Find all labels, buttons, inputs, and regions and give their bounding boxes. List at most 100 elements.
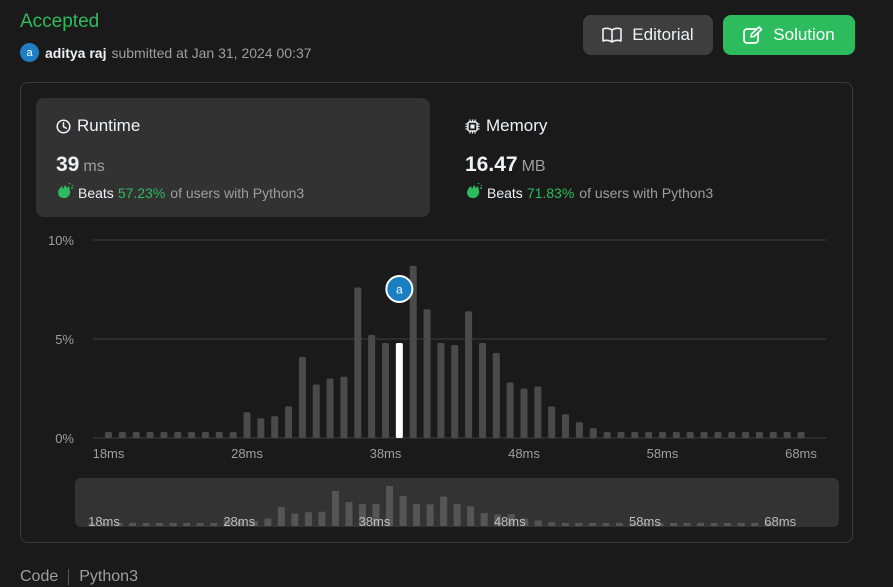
navigator-tick-label: 48ms xyxy=(494,514,526,529)
y-tick-label: 5% xyxy=(55,332,74,347)
navigator-bar xyxy=(440,496,448,526)
navigator-tick-label: 38ms xyxy=(359,514,391,529)
bar xyxy=(215,432,223,438)
bar xyxy=(728,432,736,438)
bar xyxy=(700,432,708,438)
navigator-bar xyxy=(534,520,542,526)
x-tick-label: 38ms xyxy=(370,446,402,461)
bar xyxy=(132,432,140,438)
bar xyxy=(201,432,209,438)
bar xyxy=(298,356,306,438)
bar xyxy=(672,432,680,438)
bar xyxy=(257,418,265,438)
x-tick-label: 58ms xyxy=(647,446,679,461)
navigator-bar xyxy=(602,523,610,526)
bar xyxy=(534,386,542,438)
bar xyxy=(645,432,653,438)
navigator-bar xyxy=(413,503,421,526)
bar xyxy=(603,432,611,438)
navigator-bar xyxy=(480,513,488,526)
navigator-bar xyxy=(210,523,218,526)
navigator-bar xyxy=(277,507,285,526)
navigator-tick-label: 68ms xyxy=(764,514,796,529)
navigator-bar xyxy=(331,491,339,526)
bar xyxy=(174,432,182,438)
bar xyxy=(326,378,334,438)
bar xyxy=(686,432,694,438)
navigator-bar xyxy=(467,506,475,526)
navigator-tick-label: 58ms xyxy=(629,514,661,529)
navigator-bar xyxy=(426,504,434,526)
bar xyxy=(437,342,445,438)
navigator-tick-label: 18ms xyxy=(88,514,120,529)
bar xyxy=(714,432,722,438)
bar xyxy=(492,352,500,438)
navigator-bar xyxy=(548,522,556,526)
navigator-bar xyxy=(588,523,596,526)
navigator-bar xyxy=(575,523,583,526)
navigator-bar xyxy=(196,523,204,526)
bar xyxy=(520,388,528,438)
navigator-bar xyxy=(183,523,191,526)
x-tick-label: 68ms xyxy=(785,446,817,461)
x-tick-label: 48ms xyxy=(508,446,540,461)
bar xyxy=(285,406,293,438)
bar xyxy=(465,311,473,438)
bar xyxy=(797,432,805,438)
navigator-bar xyxy=(710,523,718,526)
navigator-bar xyxy=(399,496,407,526)
x-tick-label: 28ms xyxy=(231,446,263,461)
navigator-bar xyxy=(737,523,745,526)
bar xyxy=(589,428,597,438)
code-label: Code xyxy=(20,568,59,585)
bar xyxy=(354,287,362,438)
x-tick-label: 18ms xyxy=(93,446,125,461)
navigator-bar xyxy=(345,502,353,526)
bar xyxy=(312,384,320,438)
bar xyxy=(575,422,583,438)
runtime-distribution-chart[interactable]: 10% 5% 0% a 18ms 28ms 38ms 48ms 58ms 68ms 18ms 28ms… xyxy=(0,0,893,587)
navigator-bar xyxy=(453,503,461,526)
navigator-bar xyxy=(304,512,312,526)
bar xyxy=(506,382,514,438)
bar xyxy=(105,432,112,438)
navigator-bar xyxy=(156,523,164,526)
language-label[interactable]: Python3 xyxy=(79,568,138,586)
bar xyxy=(271,416,279,438)
bar xyxy=(243,412,251,438)
navigator-bar xyxy=(129,523,137,526)
bar xyxy=(562,414,570,438)
navigator-bar xyxy=(751,523,759,526)
navigator-bar xyxy=(142,523,150,526)
bar xyxy=(659,432,666,438)
bar xyxy=(631,432,639,438)
bar xyxy=(229,432,237,438)
navigator-bar xyxy=(670,523,678,526)
bar xyxy=(160,432,168,438)
bar xyxy=(340,376,348,438)
navigator-bar xyxy=(724,523,732,526)
code-language-bar: Code Python3 xyxy=(20,568,138,586)
navigator-bar xyxy=(291,513,299,526)
bar xyxy=(368,335,376,438)
bar xyxy=(118,432,126,438)
bar xyxy=(742,432,750,438)
bar xyxy=(382,342,389,438)
highlight-bar[interactable] xyxy=(395,342,403,438)
user-marker-label: a xyxy=(396,283,403,297)
navigator-bar xyxy=(561,523,569,526)
bar xyxy=(146,432,154,438)
bar xyxy=(548,406,556,438)
bar xyxy=(783,432,791,438)
bar xyxy=(478,342,486,438)
y-tick-label: 0% xyxy=(55,431,74,446)
bar xyxy=(451,344,459,438)
bar xyxy=(188,432,196,438)
navigator-bar xyxy=(264,518,272,526)
y-tick-label: 10% xyxy=(48,233,74,248)
navigator-bar xyxy=(697,523,705,526)
bar xyxy=(755,432,763,438)
navigator-tick-label: 28ms xyxy=(223,514,255,529)
bar xyxy=(617,432,625,438)
navigator-bar xyxy=(318,511,326,526)
